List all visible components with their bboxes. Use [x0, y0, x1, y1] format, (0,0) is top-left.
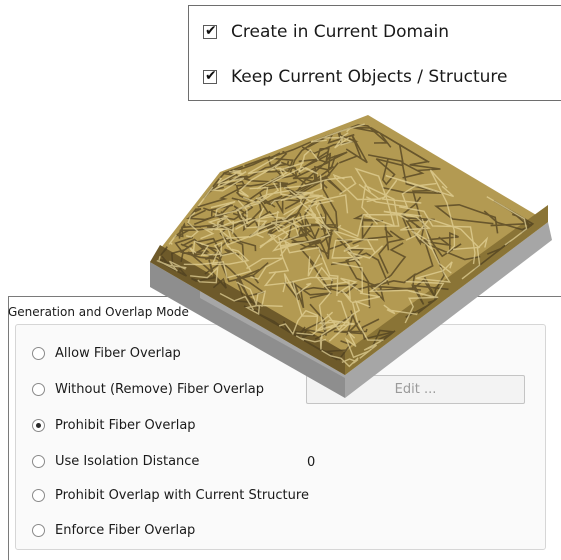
fiber-structure-image	[150, 115, 552, 398]
